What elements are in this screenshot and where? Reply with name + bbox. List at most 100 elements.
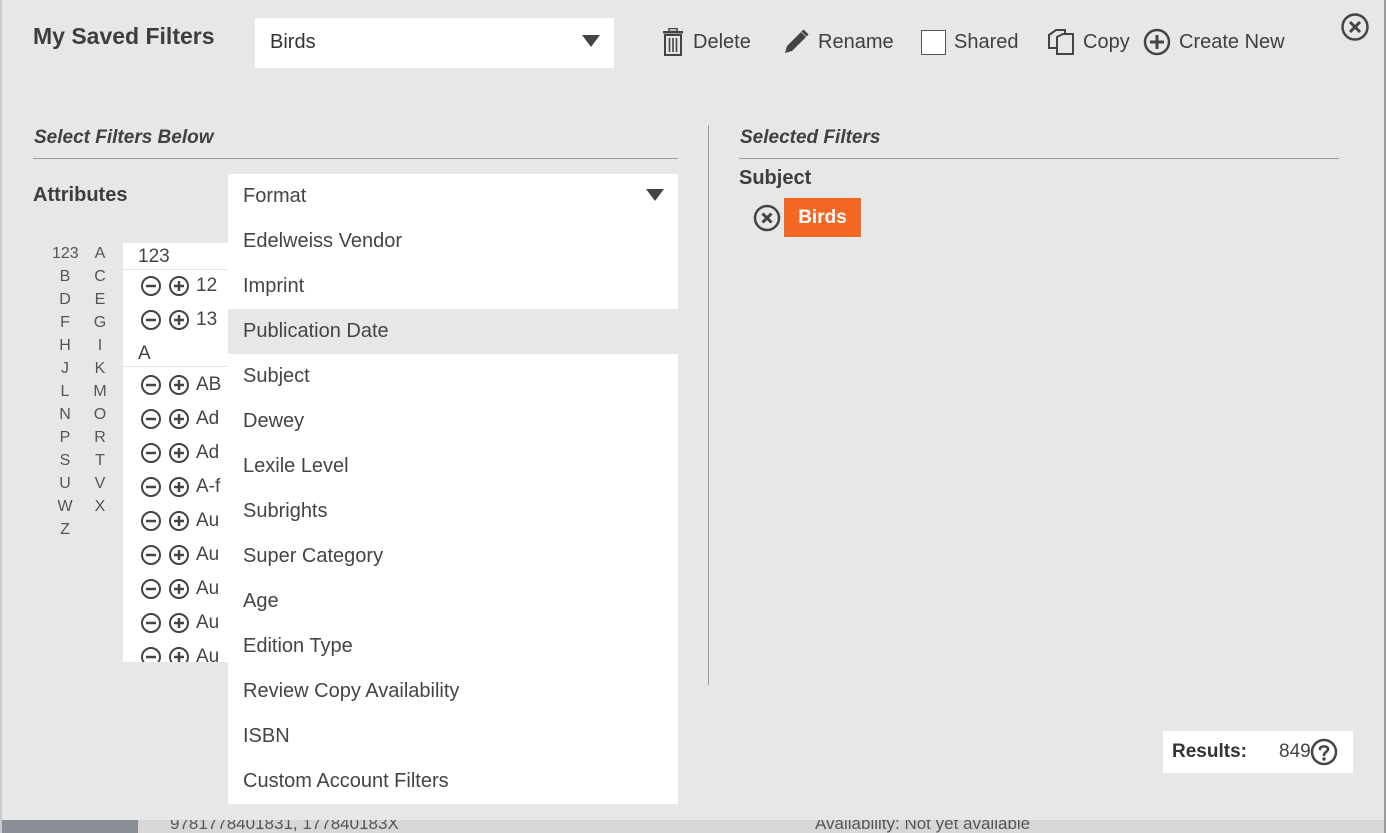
dropdown-option[interactable]: Edelweiss Vendor (228, 219, 678, 264)
alpha-index-item[interactable]: K (87, 360, 113, 378)
dropdown-option[interactable]: Imprint (228, 264, 678, 309)
dropdown-option[interactable]: Custom Account Filters (228, 759, 678, 804)
help-icon[interactable] (1310, 738, 1338, 766)
delete-label: Delete (693, 30, 751, 53)
value-label[interactable]: 12 (196, 275, 217, 297)
alpha-index-item[interactable]: I (87, 337, 113, 355)
minus-circle-icon[interactable] (140, 275, 162, 297)
value-label[interactable]: A-f (196, 476, 220, 498)
left-divider (33, 158, 678, 159)
alpha-index-item[interactable]: G (87, 314, 113, 332)
plus-circle-icon[interactable] (168, 646, 190, 662)
rename-label: Rename (818, 30, 894, 53)
dropdown-option[interactable]: Age (228, 579, 678, 624)
alpha-index-item[interactable]: O (87, 406, 113, 424)
alpha-index-item[interactable]: N (52, 406, 78, 424)
minus-circle-icon[interactable] (140, 612, 162, 634)
list-item: Au (140, 644, 219, 662)
value-label[interactable]: Au (196, 578, 219, 600)
shared-toggle[interactable]: Shared (921, 26, 1019, 58)
alpha-index-item[interactable]: T (87, 452, 113, 470)
dropdown-option[interactable]: Dewey (228, 399, 678, 444)
delete-button[interactable]: Delete (661, 26, 751, 58)
saved-filter-select[interactable]: Birds (255, 18, 614, 68)
remove-chip-icon[interactable] (753, 204, 781, 232)
plus-circle-icon[interactable] (168, 510, 190, 532)
copy-button[interactable]: Copy (1047, 26, 1130, 58)
alpha-index-item[interactable]: P (52, 429, 78, 447)
dropdown-option[interactable]: ISBN (228, 714, 678, 759)
alpha-index-item[interactable]: W (52, 498, 78, 516)
minus-circle-icon[interactable] (140, 578, 162, 600)
plus-circle-icon[interactable] (168, 476, 190, 498)
alpha-index-item[interactable]: A (87, 245, 113, 263)
alpha-index-item[interactable]: 123 (52, 245, 79, 263)
minus-circle-icon[interactable] (140, 476, 162, 498)
value-label[interactable]: Ad (196, 442, 219, 464)
value-label[interactable]: Ad (196, 408, 219, 430)
dropdown-option[interactable]: Lexile Level (228, 444, 678, 489)
modal-edge-left (0, 0, 2, 833)
selected-filter-chip[interactable]: Birds (784, 198, 861, 237)
attribute-dropdown[interactable]: Format Edelweiss Vendor Imprint Publicat… (228, 174, 678, 804)
alpha-index-item[interactable]: X (87, 498, 113, 516)
minus-circle-icon[interactable] (140, 408, 162, 430)
alpha-index-item[interactable]: J (52, 360, 78, 378)
dropdown-option[interactable]: Subrights (228, 489, 678, 534)
plus-circle-icon[interactable] (168, 612, 190, 634)
plus-circle-icon[interactable] (168, 309, 190, 331)
alpha-index-item[interactable]: M (87, 383, 113, 401)
dropdown-option-highlighted[interactable]: Publication Date (228, 309, 678, 354)
alpha-index-item[interactable]: U (52, 475, 78, 493)
plus-circle-icon[interactable] (168, 275, 190, 297)
minus-circle-icon[interactable] (140, 309, 162, 331)
attribute-values-list: 123 12 13 A AB Ad Ad A-f Au Au Au Au Au (123, 243, 233, 662)
value-group-header: A (123, 340, 233, 367)
background-page-sidebar (0, 820, 138, 833)
shared-label: Shared (954, 30, 1019, 53)
alpha-index-item[interactable]: L (52, 383, 78, 401)
minus-circle-icon[interactable] (140, 374, 162, 396)
create-new-button[interactable]: Create New (1143, 26, 1285, 58)
list-item: AB (140, 372, 221, 398)
selected-filters-heading: Selected Filters (740, 127, 881, 148)
plus-circle-icon[interactable] (168, 544, 190, 566)
plus-circle-icon[interactable] (168, 578, 190, 600)
plus-circle-icon[interactable] (168, 374, 190, 396)
dropdown-option[interactable]: Super Category (228, 534, 678, 579)
value-label[interactable]: Au (196, 612, 219, 634)
attribute-select[interactable]: Format (228, 174, 678, 219)
minus-circle-icon[interactable] (140, 646, 162, 662)
shared-checkbox[interactable] (921, 29, 946, 55)
pencil-icon (785, 29, 809, 53)
value-label[interactable]: Au (196, 544, 219, 566)
copy-label: Copy (1083, 30, 1130, 53)
alpha-index-item[interactable]: V (87, 475, 113, 493)
value-label[interactable]: 13 (196, 309, 217, 331)
dropdown-option[interactable]: Subject (228, 354, 678, 399)
trash-icon (663, 28, 683, 56)
alpha-index-item[interactable]: H (52, 337, 78, 355)
value-label[interactable]: AB (196, 374, 221, 396)
alpha-index-item[interactable]: B (52, 268, 78, 286)
minus-circle-icon[interactable] (140, 510, 162, 532)
alpha-index-item[interactable]: F (52, 314, 78, 332)
chevron-down-icon (582, 35, 600, 47)
alpha-index-item[interactable]: R (87, 429, 113, 447)
rename-button[interactable]: Rename (782, 26, 894, 58)
dropdown-option[interactable]: Edition Type (228, 624, 678, 669)
value-label[interactable]: Au (196, 646, 219, 662)
plus-circle-icon[interactable] (168, 442, 190, 464)
alpha-index-item[interactable]: E (87, 291, 113, 309)
alpha-index-item[interactable]: Z (52, 521, 78, 539)
dropdown-option[interactable]: Review Copy Availability (228, 669, 678, 714)
minus-circle-icon[interactable] (140, 442, 162, 464)
alpha-index-item[interactable]: S (52, 452, 78, 470)
value-label[interactable]: Au (196, 510, 219, 532)
close-icon[interactable] (1340, 12, 1370, 42)
chevron-down-icon (646, 189, 664, 201)
alpha-index-item[interactable]: C (87, 268, 113, 286)
minus-circle-icon[interactable] (140, 544, 162, 566)
alpha-index-item[interactable]: D (52, 291, 78, 309)
plus-circle-icon[interactable] (168, 408, 190, 430)
